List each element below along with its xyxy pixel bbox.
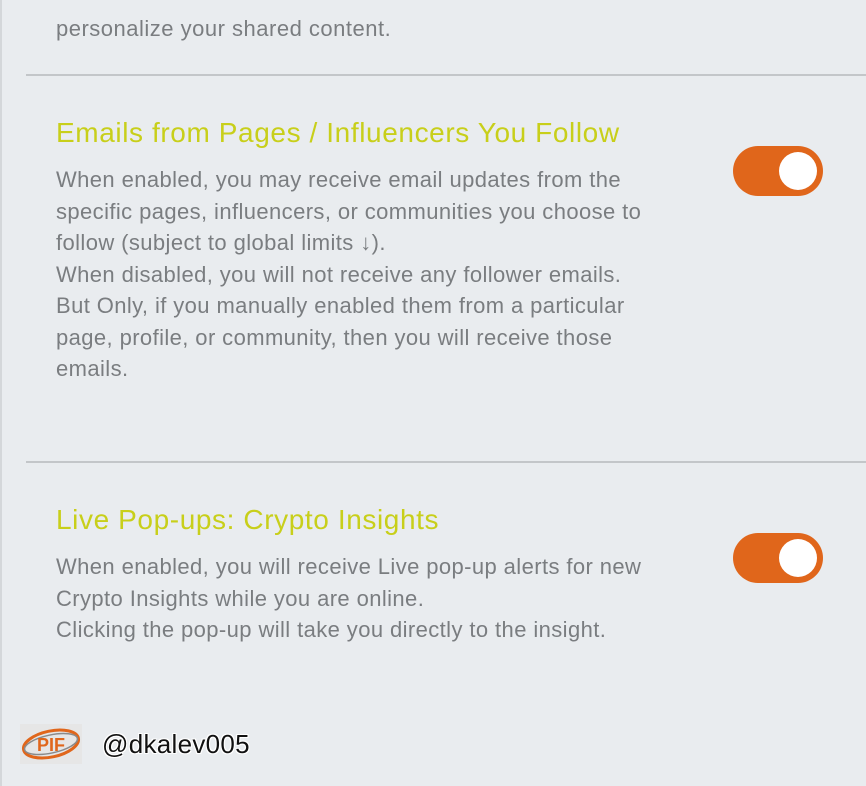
section-divider — [26, 461, 866, 463]
pif-logo-icon: PIF — [20, 724, 82, 764]
previous-setting-cutoff-line — [56, 0, 656, 13]
live-popups-crypto-toggle[interactable] — [733, 533, 823, 583]
toggle-knob — [779, 539, 817, 577]
previous-setting-desc-tail: personalize your shared content. — [56, 16, 392, 41]
setting-title: Live Pop-ups: Crypto Insights — [56, 504, 440, 535]
section-divider — [26, 74, 866, 76]
setting-description: When enabled, you will receive Live pop-… — [56, 554, 642, 642]
user-watermark: PIF @dkalev005 — [20, 724, 250, 764]
setting-description: When enabled, you may receive email upda… — [56, 167, 642, 381]
previous-setting-description: personalize your shared content. — [56, 0, 656, 44]
toggle-knob — [779, 152, 817, 190]
setting-title: Emails from Pages / Influencers You Foll… — [56, 117, 620, 148]
setting-live-popups-crypto: Live Pop-ups: Crypto Insights When enabl… — [56, 500, 656, 646]
setting-emails-from-followed: Emails from Pages / Influencers You Foll… — [56, 113, 656, 385]
emails-from-followed-toggle[interactable] — [733, 146, 823, 196]
notification-settings-panel: personalize your shared content. Emails … — [0, 0, 866, 786]
logo-text: PIF — [37, 735, 65, 755]
username-handle: @dkalev005 — [102, 728, 250, 759]
